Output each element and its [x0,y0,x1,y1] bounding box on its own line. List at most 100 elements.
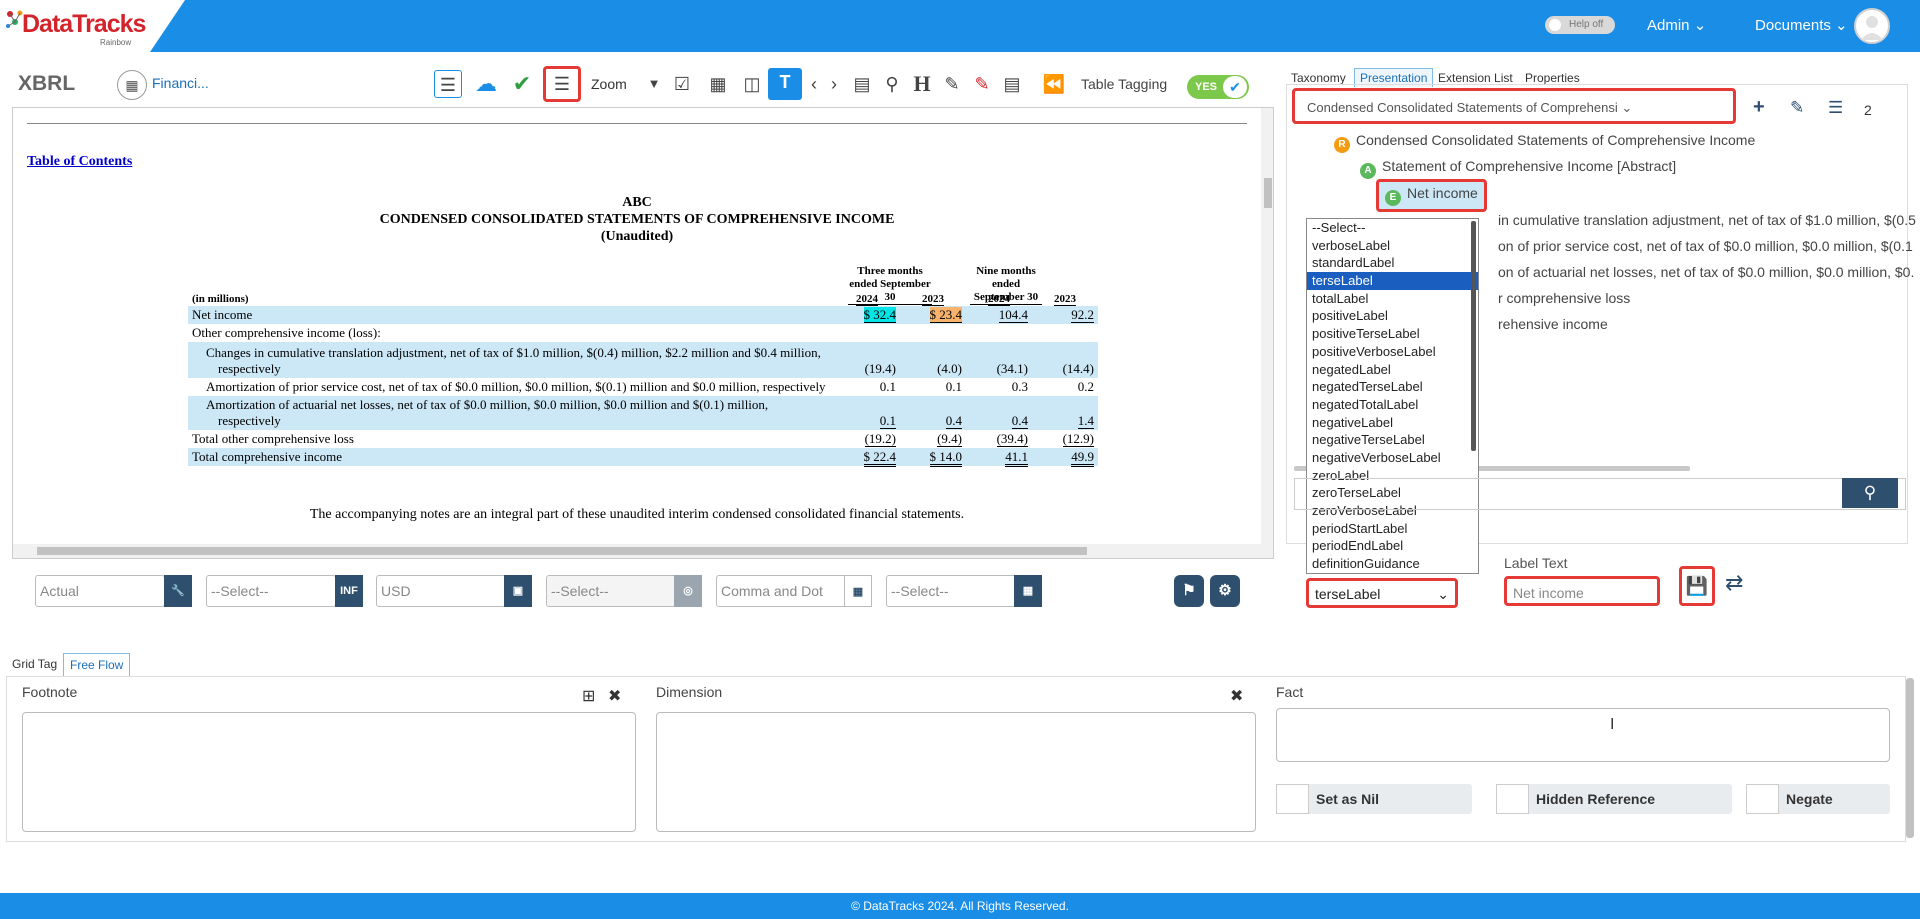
inf-badge[interactable]: INF [335,575,363,607]
tree-node[interactable]: rehensive income [1498,316,1608,332]
tree-node-abstract[interactable]: A Statement of Comprehensive Income [Abst… [1360,158,1676,179]
value-cell[interactable]: 0.4 [945,413,962,429]
value-cell[interactable]: 0.3 [966,378,1032,396]
menu-icon[interactable]: ☰ [1828,98,1843,118]
scroll-thumb[interactable] [1264,178,1272,208]
date-select[interactable]: --Select-- [886,575,1016,607]
tree-node[interactable]: r comprehensive loss [1498,290,1630,306]
value-cell[interactable]: 0.1 [879,413,896,429]
tab-taxonomy[interactable]: Taxonomy [1291,71,1346,85]
document-icon[interactable]: ▤ [998,70,1026,98]
value-cell[interactable]: (12.9) [1062,431,1094,447]
tree-node[interactable]: in cumulative translation adjustment, ne… [1498,212,1916,228]
tagged-value[interactable]: $ 32.4 [863,307,896,323]
value-cell[interactable]: 104.4 [998,307,1028,323]
dropdown-option[interactable]: negatedTerseLabel [1307,378,1478,396]
documents-menu[interactable]: Documents ⌄ [1755,16,1848,34]
dropdown-option[interactable]: standardLabel [1307,254,1478,272]
heading-icon[interactable]: H [908,70,936,98]
dropdown-option[interactable]: positiveLabel [1307,307,1478,325]
wrench-icon[interactable]: 🔧 [164,575,192,607]
tags-icon[interactable]: ⚑ [1174,575,1204,607]
period-type-input[interactable]: Actual [35,575,165,607]
value-cell[interactable]: 1.4 [1077,413,1094,429]
table-row[interactable]: Amortization of prior service cost, net … [188,378,1098,396]
dropdown-scrollbar[interactable] [1471,221,1476,451]
table-icon[interactable]: ▦ [704,70,732,98]
lower-scrollbar[interactable] [1906,678,1914,838]
value-cell[interactable]: 41.1 [1005,449,1028,467]
vertical-scrollbar[interactable] [1261,108,1273,544]
value-cell[interactable]: 0.1 [834,378,900,396]
close-icon[interactable]: ✖ [1230,686,1243,706]
horizontal-scrollbar[interactable] [13,544,1273,558]
checkbox-icon[interactable]: ☑ [668,70,696,98]
dropdown-option[interactable]: positiveTerseLabel [1307,325,1478,343]
label-type-dropdown-list[interactable]: --Select-- verboseLabel standardLabel te… [1306,218,1479,574]
format-input[interactable]: Comma and Dot [716,575,846,607]
label-text-input[interactable]: Net income [1504,576,1660,606]
dropdown-option-selected[interactable]: terseLabel [1307,272,1478,290]
remove-highlight-icon[interactable]: ✎ [968,70,996,98]
value-cell[interactable]: 49.9 [1071,449,1094,467]
value-cell[interactable]: (4.0) [900,342,966,378]
rewind-icon[interactable]: ⏪ [1040,70,1068,98]
calendar-icon[interactable]: ▦ [1014,575,1042,607]
value-cell[interactable]: (19.2) [864,431,896,447]
chevron-right-icon[interactable]: › [820,70,848,98]
value-cell[interactable]: (19.4) [834,342,900,378]
checkbox[interactable] [1276,784,1309,814]
tab-extension-list[interactable]: Extension List [1438,71,1513,85]
table-row[interactable]: Net income $ 32.4 $ 23.4 104.4 92.2 [188,306,1098,324]
document-name-link[interactable]: Financi... [152,75,209,91]
dropdown-option[interactable]: negatedTotalLabel [1307,396,1478,414]
checkbox[interactable] [1746,784,1779,814]
tab-grid-tag[interactable]: Grid Tag [12,657,57,671]
tree-node-root[interactable]: R Condensed Consolidated Statements of Co… [1334,132,1755,153]
columns-icon[interactable]: ◫ [738,70,766,98]
card-icon[interactable]: ▤ [848,70,876,98]
tree-node[interactable]: on of prior service cost, net of tax of … [1498,238,1913,254]
fact-textarea[interactable] [1276,708,1890,762]
close-icon[interactable]: ✖ [608,686,621,706]
add-footnote-icon[interactable]: ⊞ [582,686,595,706]
table-row[interactable]: Amortization of actuarial net losses, ne… [188,396,1098,430]
currency-icon[interactable]: ▣ [504,575,532,607]
dimension-textarea[interactable] [656,712,1256,832]
swap-icon[interactable]: ⇄ [1725,570,1743,596]
table-row[interactable]: Total other comprehensive loss (19.2) (9… [188,430,1098,448]
value-cell[interactable]: 0.2 [1032,378,1098,396]
checkbox[interactable] [1496,784,1529,814]
validate-check-icon[interactable]: ✔ [508,70,536,98]
dropdown-option[interactable]: --Select-- [1307,219,1478,237]
value-cell[interactable]: 0.1 [900,378,966,396]
toc-link[interactable]: Table of Contents [27,154,132,170]
dropdown-option[interactable]: negativeTerseLabel [1307,431,1478,449]
hidden-reference-checkbox[interactable]: Hidden Reference [1496,784,1732,814]
add-icon[interactable]: + [1753,96,1765,119]
value-cell[interactable]: (9.4) [937,431,962,447]
user-avatar[interactable] [1854,8,1890,44]
period-select[interactable]: --Select-- [206,575,336,607]
map-pin-icon[interactable]: ⚲ [878,70,906,98]
zoom-dropdown-icon[interactable]: ▼ [640,70,668,98]
value-cell[interactable]: $ 22.4 [863,449,896,467]
label-type-select[interactable]: terseLabel ⌄ [1306,578,1458,608]
text-tag-icon[interactable]: T [768,68,802,100]
help-toggle[interactable]: Help off [1545,16,1615,34]
value-cell[interactable]: 0.4 [1011,413,1028,429]
value-cell[interactable]: $ 14.0 [929,449,962,467]
dropdown-option[interactable]: periodStartLabel [1307,520,1478,538]
edit-icon[interactable]: ✎ [1790,98,1804,118]
tree-search-input[interactable] [1294,478,1906,510]
admin-menu[interactable]: Admin ⌄ [1647,16,1706,34]
calculator-icon[interactable]: ▦ [844,575,872,607]
search-icon[interactable]: ⚲ [1842,478,1898,508]
dropdown-option[interactable]: negativeLabel [1307,414,1478,432]
scale-icon[interactable]: ◎ [674,575,702,607]
scroll-thumb[interactable] [37,547,1087,555]
value-cell[interactable]: 92.2 [1071,307,1094,323]
save-icon[interactable]: 💾 [1679,566,1715,606]
negate-checkbox[interactable]: Negate [1746,784,1890,814]
tree-node-net-income[interactable]: E Net income [1376,179,1487,212]
